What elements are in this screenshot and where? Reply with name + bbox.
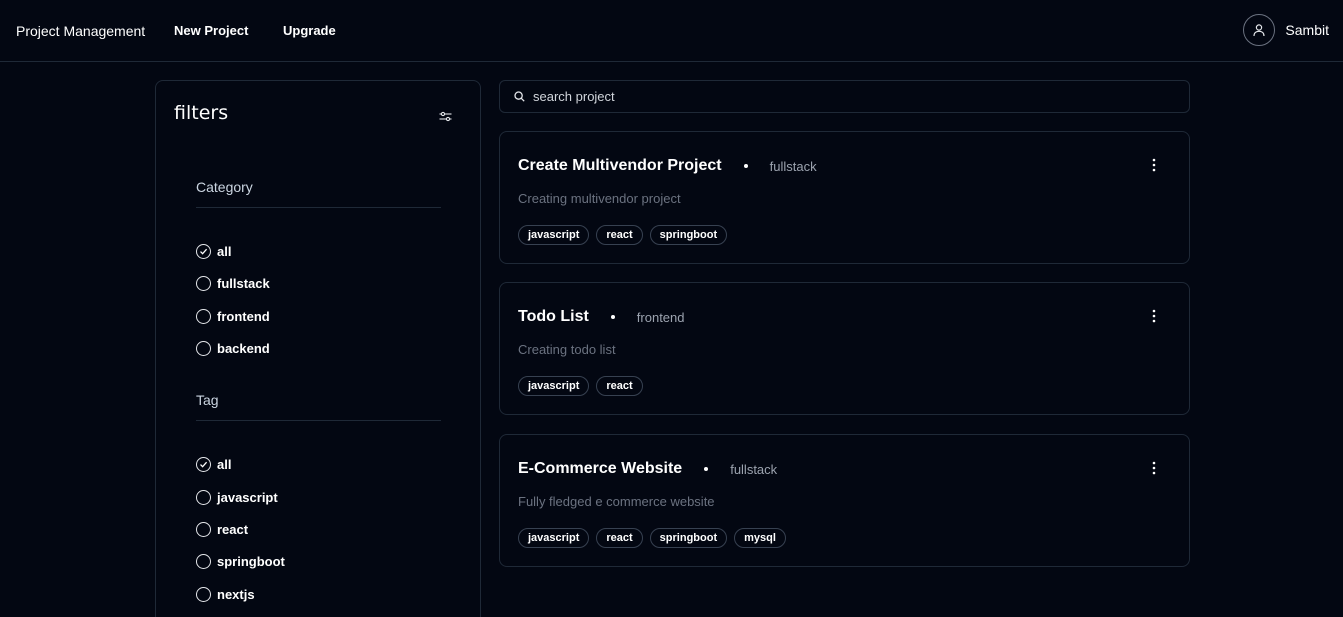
more-vertical-icon[interactable] <box>1145 461 1163 477</box>
tag-badge: javascript <box>518 225 590 245</box>
tag-badge: springboot <box>649 225 728 245</box>
category-option-frontend[interactable]: frontend <box>196 309 270 324</box>
user-icon <box>1253 24 1266 37</box>
project-card[interactable]: E-Commerce Website fullstack Fully fledg… <box>499 434 1190 567</box>
tag-option-all[interactable]: all <box>196 457 231 472</box>
tag-badge: javascript <box>518 376 590 396</box>
tag-badge: react <box>596 528 643 548</box>
project-tags: javascript react <box>518 376 643 396</box>
radio-circle-icon[interactable] <box>196 490 211 505</box>
tag-option-label: springboot <box>217 554 285 569</box>
category-option-backend[interactable]: backend <box>196 341 270 356</box>
tag-option-label: react <box>217 522 249 537</box>
tag-option-label: nextjs <box>217 587 255 602</box>
more-vertical-icon[interactable] <box>1145 309 1163 325</box>
category-option-label: fullstack <box>217 276 270 291</box>
project-description: Creating multivendor project <box>518 191 681 206</box>
sliders-icon[interactable] <box>439 109 452 127</box>
tag-badge: mysql <box>734 528 786 548</box>
tag-option-javascript[interactable]: javascript <box>196 490 278 505</box>
project-tags: javascript react springboot mysql <box>518 528 786 548</box>
project-category: frontend <box>636 309 685 325</box>
project-card[interactable]: Create Multivendor Project fullstack Cre… <box>499 131 1190 264</box>
category-option-fullstack[interactable]: fullstack <box>196 276 270 291</box>
separator-dot <box>610 315 615 319</box>
radio-circle-icon[interactable] <box>196 341 211 356</box>
radio-circle-icon[interactable] <box>196 309 211 324</box>
tag-option-nextjs[interactable]: nextjs <box>196 587 255 602</box>
radio-circle-icon[interactable] <box>196 587 211 602</box>
project-title[interactable]: Create Multivendor Project <box>518 157 722 175</box>
user-menu[interactable]: Sambit <box>1243 14 1329 46</box>
tag-badge: react <box>596 225 643 245</box>
category-divider <box>196 207 441 208</box>
top-navbar: Project Management New Project Upgrade S… <box>0 0 1343 62</box>
project-tags: javascript react springboot <box>518 225 728 245</box>
project-title[interactable]: Todo List <box>518 308 589 326</box>
user-name: Sambit <box>1285 22 1329 38</box>
separator-dot <box>704 467 709 471</box>
check-circle-icon[interactable] <box>196 457 211 472</box>
more-vertical-icon[interactable] <box>1145 158 1163 174</box>
search-icon <box>514 91 525 102</box>
category-option-label: all <box>217 244 232 259</box>
radio-circle-icon[interactable] <box>196 276 211 291</box>
tag-badge: react <box>596 376 643 396</box>
project-card[interactable]: Todo List frontend Creating todo list ja… <box>499 282 1190 415</box>
project-description: Fully fledged e commerce website <box>518 494 715 509</box>
check-circle-icon[interactable] <box>196 244 211 259</box>
new-project-link[interactable]: New Project <box>174 23 248 38</box>
search-bar[interactable] <box>499 80 1190 113</box>
avatar[interactable] <box>1243 14 1276 46</box>
tag-badge: javascript <box>518 528 590 548</box>
filters-title: filters <box>174 102 229 124</box>
project-category: fullstack <box>730 461 778 477</box>
radio-circle-icon[interactable] <box>196 522 211 537</box>
tag-badge: springboot <box>649 528 728 548</box>
radio-circle-icon[interactable] <box>196 554 211 569</box>
category-option-label: backend <box>217 341 270 356</box>
tag-option-label: all <box>217 457 232 472</box>
search-input[interactable] <box>533 89 1133 104</box>
category-option-label: frontend <box>217 309 270 324</box>
upgrade-link[interactable]: Upgrade <box>283 23 336 38</box>
filters-panel: filters Category all fullstack frontend … <box>155 80 481 617</box>
brand-title[interactable]: Project Management <box>16 23 145 39</box>
project-category: fullstack <box>769 158 817 174</box>
tag-option-label: javascript <box>217 490 278 505</box>
category-option-all[interactable]: all <box>196 244 231 259</box>
tag-option-react[interactable]: react <box>196 522 248 537</box>
tag-option-springboot[interactable]: springboot <box>196 554 285 569</box>
separator-dot <box>743 164 748 168</box>
tag-label: Tag <box>196 392 219 408</box>
category-label: Category <box>196 179 253 195</box>
project-description: Creating todo list <box>518 342 616 357</box>
tag-divider <box>196 420 441 421</box>
project-title[interactable]: E-Commerce Website <box>518 460 682 478</box>
